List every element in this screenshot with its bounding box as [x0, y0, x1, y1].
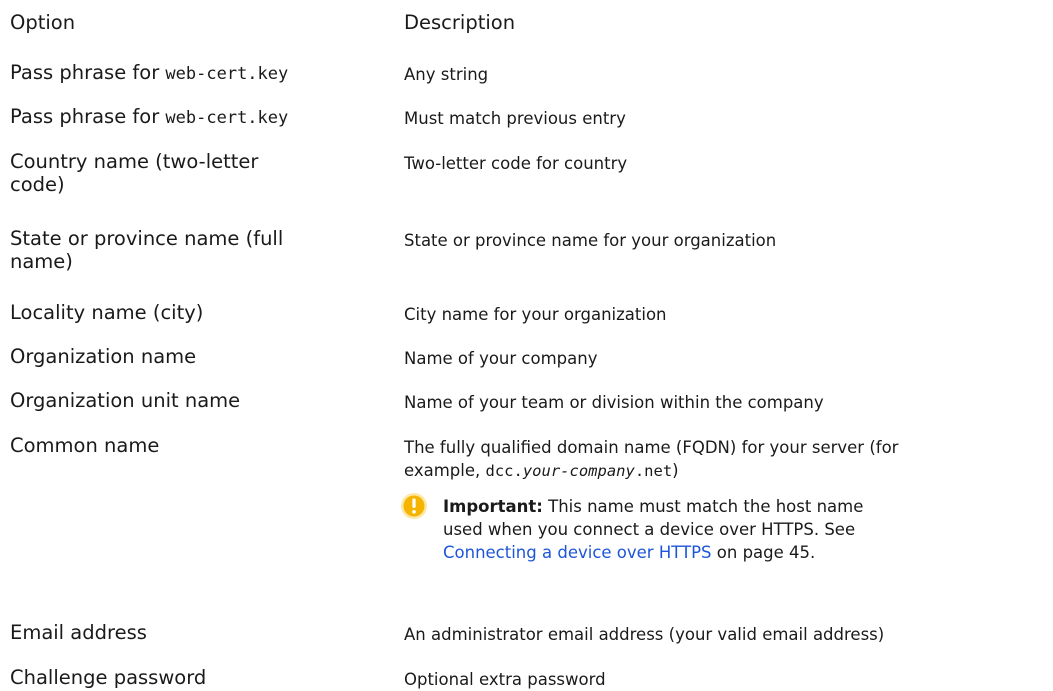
table-row: Email address An administrator email add… — [10, 621, 1050, 646]
option-text: Pass phrase for — [10, 105, 166, 128]
note-label: Important: — [443, 497, 543, 516]
option-cell: Country name (two-letter code) — [10, 150, 404, 196]
option-text: Pass phrase for — [10, 61, 166, 84]
option-code: web-cert.key — [165, 64, 289, 84]
note-body: Important: This name must match the host… — [443, 495, 963, 564]
option-cell: Locality name (city) — [10, 301, 204, 324]
description-cell: Two-letter code for country — [404, 154, 628, 173]
description-cell: Must match previous entry — [404, 109, 626, 128]
table-row: Pass phrase for web-cert.key Must match … — [10, 105, 1050, 130]
table-row: Country name (two-letter code) Two-lette… — [10, 150, 1050, 196]
description-cell: The fully qualified domain name (FQDN) f… — [401, 434, 1050, 564]
table-row: Pass phrase for web-cert.key Any string — [10, 61, 1050, 86]
description-text: example, — [404, 461, 486, 480]
option-text-line: name) — [10, 250, 73, 273]
description-line: The fully qualified domain name (FQDN) f… — [404, 438, 899, 457]
option-text-line: Country name (two-letter — [10, 150, 259, 173]
domain-code-placeholder: your-company — [522, 462, 635, 480]
domain-code-prefix: dcc. — [485, 462, 523, 480]
description-line: example, dcc.your-company.net) — [404, 459, 1050, 483]
description-cell: City name for your organization — [404, 305, 667, 324]
option-column-header: Option — [10, 11, 76, 34]
option-cell: Common name — [10, 434, 160, 457]
option-code: web-cert.key — [165, 108, 289, 128]
table-row: Organization unit name Name of your team… — [10, 389, 1050, 414]
note-line: used when you connect a device over HTTP… — [443, 520, 856, 539]
table-row: Common name The fully qualified domain n… — [10, 434, 1050, 564]
domain-code-suffix: .net — [634, 462, 673, 480]
table-row: State or province name (full name) State… — [10, 227, 1050, 273]
description-cell: An administrator email address (your val… — [404, 625, 885, 644]
option-cell: Challenge password — [10, 666, 207, 689]
option-cell: Organization unit name — [10, 389, 241, 412]
note-line: Connecting a device over HTTPS on page 4… — [443, 541, 963, 564]
option-cell: State or province name (full name) — [10, 227, 404, 273]
description-cell: State or province name for your organiza… — [404, 231, 777, 250]
option-cell: Organization name — [10, 345, 197, 368]
option-cell: Email address — [10, 621, 147, 644]
option-text-line: code) — [10, 173, 65, 196]
connecting-device-link[interactable]: Connecting a device over HTTPS — [443, 543, 712, 562]
important-note: Important: This name must match the host… — [401, 493, 1050, 564]
table-row: Organization name Name of your company — [10, 345, 1050, 370]
description-column-header: Description — [404, 11, 516, 34]
warning-icon — [401, 493, 427, 519]
description-cell: Name of your team or division within the… — [404, 393, 824, 412]
table-row: Locality name (city) City name for your … — [10, 301, 1050, 326]
description-text: ) — [672, 461, 679, 480]
table-header: Option Description — [10, 11, 1050, 34]
description-cell: Name of your company — [404, 349, 598, 368]
table-row: Challenge password Optional extra passwo… — [10, 666, 1050, 691]
option-cell: Pass phrase for web-cert.key — [10, 61, 404, 86]
note-text: on page 45. — [711, 543, 816, 562]
description-cell: Any string — [404, 65, 489, 84]
option-text-line: State or province name (full — [10, 227, 284, 250]
description-cell: Optional extra password — [404, 670, 606, 689]
option-cell: Pass phrase for web-cert.key — [10, 105, 404, 130]
note-text: This name must match the host name — [542, 497, 864, 516]
note-line: Important: This name must match the host… — [443, 495, 963, 518]
